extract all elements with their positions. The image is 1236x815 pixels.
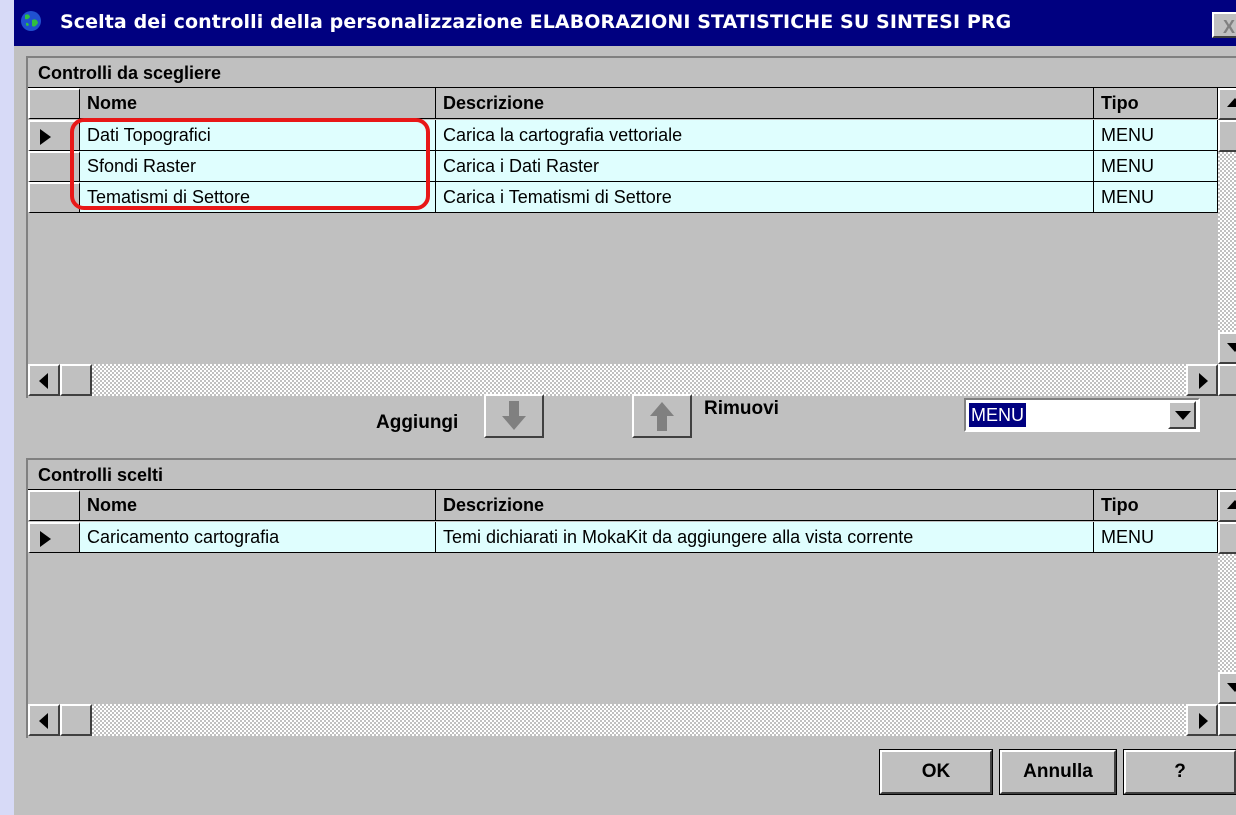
remove-label: Rimuovi	[704, 398, 779, 419]
arrow-up-icon	[650, 402, 674, 431]
selected-controls-grid[interactable]: Nome Descrizione Tipo Caricamento cartog…	[28, 490, 1236, 736]
scroll-left-button[interactable]	[28, 704, 60, 736]
column-header-nome[interactable]: Nome	[80, 490, 436, 521]
close-button[interactable]: X	[1212, 12, 1236, 38]
cell-descrizione[interactable]: Carica i Tematismi di Settore	[436, 182, 1094, 213]
dropdown-button[interactable]	[1168, 401, 1196, 429]
arrow-right-icon	[1199, 713, 1208, 729]
dialog-body: Controlli da scegliere Nome Descrizione …	[14, 46, 1236, 815]
arrow-down-icon	[502, 401, 526, 430]
add-label: Aggiungi	[376, 412, 459, 433]
column-header-descrizione[interactable]: Descrizione	[436, 88, 1094, 119]
scroll-down-button[interactable]	[1218, 672, 1236, 704]
row-selector[interactable]	[28, 151, 80, 182]
available-controls-panel: Controlli da scegliere Nome Descrizione …	[26, 56, 1236, 398]
table-row[interactable]: Sfondi Raster Carica i Dati Raster MENU	[28, 151, 1218, 183]
type-filter-select[interactable]: MENU	[964, 398, 1200, 432]
scroll-thumb[interactable]	[1218, 522, 1236, 554]
cell-tipo[interactable]: MENU	[1094, 522, 1218, 553]
title-bar[interactable]: Scelta dei controlli della personalizzaz…	[14, 0, 1236, 46]
cell-tipo[interactable]: MENU	[1094, 120, 1218, 151]
column-header-nome[interactable]: Nome	[80, 88, 436, 119]
column-header-descrizione[interactable]: Descrizione	[436, 490, 1094, 521]
scroll-down-button[interactable]	[1218, 332, 1236, 364]
scroll-thumb[interactable]	[1218, 120, 1236, 152]
arrow-left-icon	[39, 713, 48, 729]
header-corner	[28, 490, 80, 521]
type-filter-value: MENU	[969, 403, 1026, 427]
table-row[interactable]: Tematismi di Settore Carica i Tematismi …	[28, 182, 1218, 214]
cell-nome[interactable]: Dati Topografici	[80, 120, 436, 151]
available-controls-grid[interactable]: Nome Descrizione Tipo Dati Topografici C…	[28, 88, 1236, 396]
row-selector[interactable]	[28, 120, 80, 151]
selected-panel-caption: Controlli scelti	[28, 460, 1236, 490]
current-row-icon	[40, 531, 51, 547]
arrow-down-icon	[1227, 683, 1236, 692]
scroll-corner	[1218, 364, 1236, 396]
vertical-scrollbar[interactable]	[1218, 88, 1236, 364]
dialog-window: Scelta dei controlli della personalizzaz…	[14, 0, 1236, 815]
window-title: Scelta dei controlli della personalizzaz…	[60, 11, 1012, 33]
grid-header-row: Nome Descrizione Tipo	[28, 490, 1218, 522]
scroll-right-button[interactable]	[1186, 704, 1218, 736]
scroll-right-button[interactable]	[1186, 364, 1218, 396]
vertical-scrollbar[interactable]	[1218, 490, 1236, 704]
current-row-icon	[40, 129, 51, 145]
arrow-down-icon	[1227, 343, 1236, 352]
row-selector[interactable]	[28, 522, 80, 553]
hscroll-thumb[interactable]	[60, 704, 92, 736]
scroll-corner	[1218, 704, 1236, 736]
row-selector[interactable]	[28, 182, 80, 213]
scroll-left-button[interactable]	[28, 364, 60, 396]
globe-icon	[21, 11, 41, 31]
available-panel-caption: Controlli da scegliere	[28, 58, 1236, 88]
cell-descrizione[interactable]: Temi dichiarati in MokaKit da aggiungere…	[436, 522, 1094, 553]
help-button[interactable]: ?	[1123, 749, 1236, 795]
cell-nome[interactable]: Caricamento cartografia	[80, 522, 436, 553]
cell-tipo[interactable]: MENU	[1094, 151, 1218, 182]
cancel-button[interactable]: Annulla	[999, 749, 1117, 795]
scroll-up-button[interactable]	[1218, 88, 1236, 120]
selected-controls-panel: Controlli scelti Nome Descrizione Tipo C…	[26, 458, 1236, 738]
ok-button[interactable]: OK	[879, 749, 993, 795]
table-row[interactable]: Caricamento cartografia Temi dichiarati …	[28, 522, 1218, 554]
chevron-down-icon	[1175, 411, 1191, 420]
cell-nome[interactable]: Sfondi Raster	[80, 151, 436, 182]
cell-descrizione[interactable]: Carica i Dati Raster	[436, 151, 1094, 182]
arrow-up-icon	[1227, 98, 1236, 107]
horizontal-scrollbar[interactable]	[28, 704, 1218, 736]
hscroll-thumb[interactable]	[60, 364, 92, 396]
table-row[interactable]: Dati Topografici Carica la cartografia v…	[28, 120, 1218, 152]
scroll-up-button[interactable]	[1218, 490, 1236, 522]
column-header-tipo[interactable]: Tipo	[1094, 490, 1218, 521]
horizontal-scrollbar[interactable]	[28, 364, 1218, 396]
remove-button[interactable]	[632, 394, 692, 438]
cell-tipo[interactable]: MENU	[1094, 182, 1218, 213]
cell-descrizione[interactable]: Carica la cartografia vettoriale	[436, 120, 1094, 151]
grid-header-row: Nome Descrizione Tipo	[28, 88, 1218, 120]
add-button[interactable]	[484, 394, 544, 438]
cell-nome[interactable]: Tematismi di Settore	[80, 182, 436, 213]
header-corner	[28, 88, 80, 119]
arrow-up-icon	[1227, 500, 1236, 509]
arrow-right-icon	[1199, 373, 1208, 389]
arrow-left-icon	[39, 373, 48, 389]
column-header-tipo[interactable]: Tipo	[1094, 88, 1218, 119]
